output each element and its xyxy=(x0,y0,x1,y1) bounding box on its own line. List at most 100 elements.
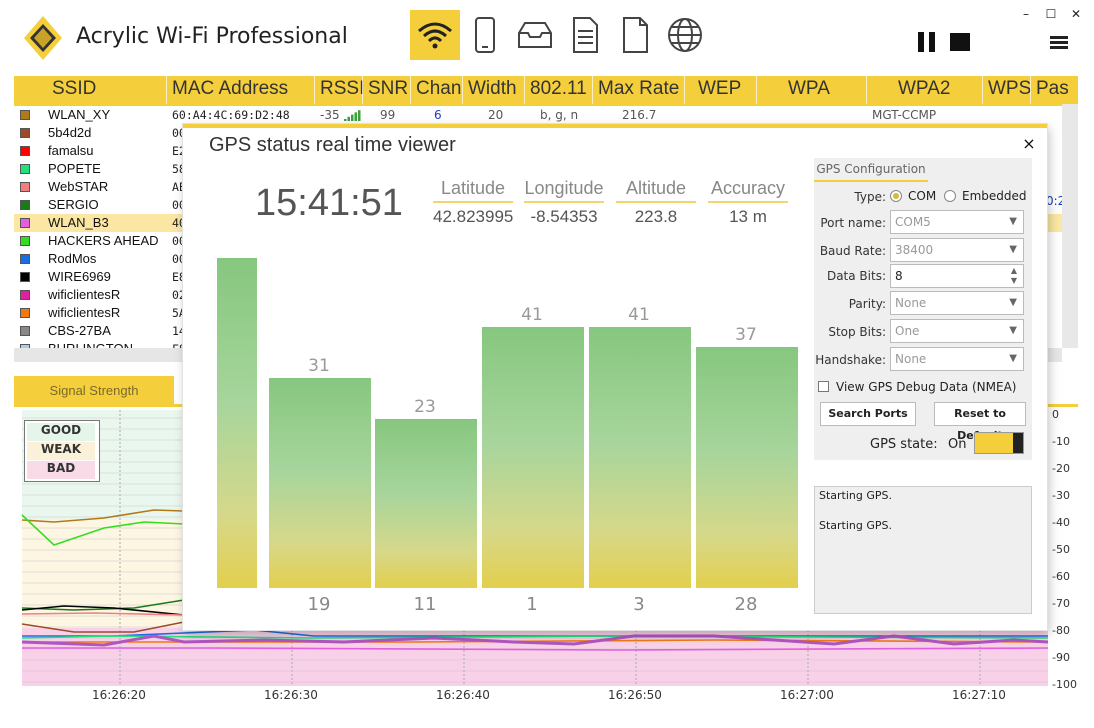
y-tick-label: -20 xyxy=(1052,462,1070,475)
x-tick-label: 16:27:00 xyxy=(780,688,834,702)
gps-state-toggle[interactable] xyxy=(974,432,1024,454)
maximize-button[interactable]: ☐ xyxy=(1043,6,1059,22)
ssid-color-swatch xyxy=(20,146,30,156)
phone-icon[interactable] xyxy=(460,10,510,60)
tab-gps-configuration[interactable]: GPS Configuration xyxy=(814,158,928,182)
ssid-cell: WLAN_B3 xyxy=(48,215,109,230)
globe-icon[interactable] xyxy=(660,10,710,60)
debug-checkbox[interactable] xyxy=(818,381,829,392)
std-cell: b, g, n xyxy=(540,108,579,122)
chan-cell: 6 xyxy=(434,108,442,122)
satellite-bar xyxy=(696,347,798,588)
rate-cell: 216.7 xyxy=(622,108,657,122)
baud-select[interactable]: 38400 ▼ xyxy=(890,238,1024,262)
port-select[interactable]: COM5 ▼ xyxy=(890,210,1024,234)
ssid-cell: SERGIO xyxy=(48,197,99,212)
col-pass[interactable]: Pas xyxy=(1036,78,1069,100)
document-icon[interactable] xyxy=(560,10,610,60)
longitude-value: -8.54353 xyxy=(530,207,598,226)
app-title: Acrylic Wi-Fi Professional xyxy=(76,24,348,49)
y-tick-label: -80 xyxy=(1052,624,1070,637)
toggle-knob xyxy=(1013,433,1023,453)
gps-state-label: GPS state: xyxy=(870,437,938,452)
x-tick-label: 16:26:50 xyxy=(608,688,662,702)
ssid-color-swatch xyxy=(20,110,30,120)
accuracy-label: Accuracy xyxy=(708,178,788,203)
col-wpa2[interactable]: WPA2 xyxy=(898,78,950,100)
x-tick-label: 16:27:10 xyxy=(952,688,1006,702)
y-tick-label: -50 xyxy=(1052,543,1070,556)
spinner-icon[interactable]: ▲ ▼ xyxy=(1011,266,1017,286)
wifi-icon[interactable] xyxy=(410,10,460,60)
col-width[interactable]: Width xyxy=(468,78,517,100)
satellite-snr-label: 37 xyxy=(735,325,757,346)
col-chan[interactable]: Chan xyxy=(416,78,461,100)
pause-button[interactable] xyxy=(918,32,936,52)
col-max-rate[interactable]: Max Rate xyxy=(598,78,679,100)
chevron-down-icon: ▼ xyxy=(1009,325,1017,336)
ssid-cell: WebSTAR xyxy=(48,179,109,194)
menu-icon[interactable] xyxy=(1050,36,1068,50)
col-wps[interactable]: WPS xyxy=(988,78,1031,100)
ssid-color-swatch xyxy=(20,290,30,300)
table-vertical-scrollbar[interactable] xyxy=(1062,104,1078,348)
chevron-down-icon: ▼ xyxy=(1009,244,1017,255)
col-snr[interactable]: SNR xyxy=(368,78,408,100)
reset-default-button[interactable]: Reset to Default xyxy=(934,402,1026,442)
ssid-cell: wificlientesR xyxy=(48,287,121,302)
col-rssi[interactable]: RSSI xyxy=(320,78,364,100)
tab-signal-strength[interactable]: Signal Strength xyxy=(14,376,174,405)
stopbits-select[interactable]: One ▼ xyxy=(890,319,1024,343)
port-label: Port name: xyxy=(820,216,886,230)
handshake-select[interactable]: None ▼ xyxy=(890,347,1024,371)
radio-embedded[interactable] xyxy=(944,190,956,202)
ssid-cell: HACKERS AHEAD xyxy=(48,233,159,248)
satellite-bar xyxy=(269,377,371,588)
close-icon[interactable]: × xyxy=(1019,134,1039,153)
databits-value: 8 xyxy=(895,269,903,283)
parity-select[interactable]: None ▼ xyxy=(890,291,1024,315)
signal-legend: GOOD WEAK BAD xyxy=(24,420,100,482)
latitude-value: 42.823995 xyxy=(433,207,514,226)
stop-button[interactable] xyxy=(950,33,970,51)
baud-label: Baud Rate: xyxy=(819,244,886,258)
radio-com[interactable] xyxy=(890,190,902,202)
y-tick-label: -30 xyxy=(1052,489,1070,502)
satellite-bars: 31 19 23 11 41 1 41 3 37 28 xyxy=(213,248,813,628)
search-ports-button[interactable]: Search Ports xyxy=(820,402,916,426)
longitude-label: Longitude xyxy=(524,178,604,203)
satellite-bar xyxy=(217,258,257,588)
chevron-down-icon: ▼ xyxy=(1009,216,1017,227)
altitude-value: 223.8 xyxy=(634,207,678,226)
minimize-button[interactable]: – xyxy=(1018,6,1034,22)
chevron-down-icon: ▼ xyxy=(1009,297,1017,308)
databits-stepper[interactable]: 8 ▲ ▼ xyxy=(890,264,1024,288)
y-axis-labels: 0 -10 -20 -30 -40 -50 -60 -70 -80 -90 -100 xyxy=(1048,408,1094,698)
table-header: SSID MAC Address RSSI SNR Chan Width 802… xyxy=(14,76,1078,106)
close-window-button[interactable]: ✕ xyxy=(1068,6,1084,22)
col-80211[interactable]: 802.11 xyxy=(530,78,587,100)
gps-latitude: Latitude 42.823995 xyxy=(433,178,513,227)
col-wpa[interactable]: WPA xyxy=(788,78,830,100)
ssid-cell: WIRE6969 xyxy=(48,269,111,284)
ssid-color-swatch xyxy=(20,236,30,246)
table-row[interactable]: WLAN_XY 60:A4:4C:69:D2:48 -35 99 6 20 b, g, n 2… xyxy=(14,106,1078,124)
y-tick-label: -40 xyxy=(1052,516,1070,529)
ssid-color-swatch xyxy=(20,272,30,282)
satellite-snr-label: 23 xyxy=(414,396,436,417)
signal-bars-icon xyxy=(344,110,361,121)
inbox-icon[interactable] xyxy=(510,10,560,60)
col-wep[interactable]: WEP xyxy=(698,78,741,100)
ssid-color-swatch xyxy=(20,182,30,192)
parity-value: None xyxy=(895,296,927,310)
satellite-snr-label: 41 xyxy=(628,304,650,325)
col-ssid[interactable]: SSID xyxy=(52,78,96,100)
legend-bad: BAD xyxy=(27,461,95,479)
port-value: COM5 xyxy=(895,215,931,229)
gps-longitude: Longitude -8.54353 xyxy=(524,178,604,227)
y-tick-label: 0 xyxy=(1052,408,1059,421)
page-icon[interactable] xyxy=(610,10,660,60)
col-mac[interactable]: MAC Address xyxy=(172,78,288,100)
baud-value: 38400 xyxy=(895,243,934,257)
ssid-cell: BURLINGTON xyxy=(48,341,133,348)
